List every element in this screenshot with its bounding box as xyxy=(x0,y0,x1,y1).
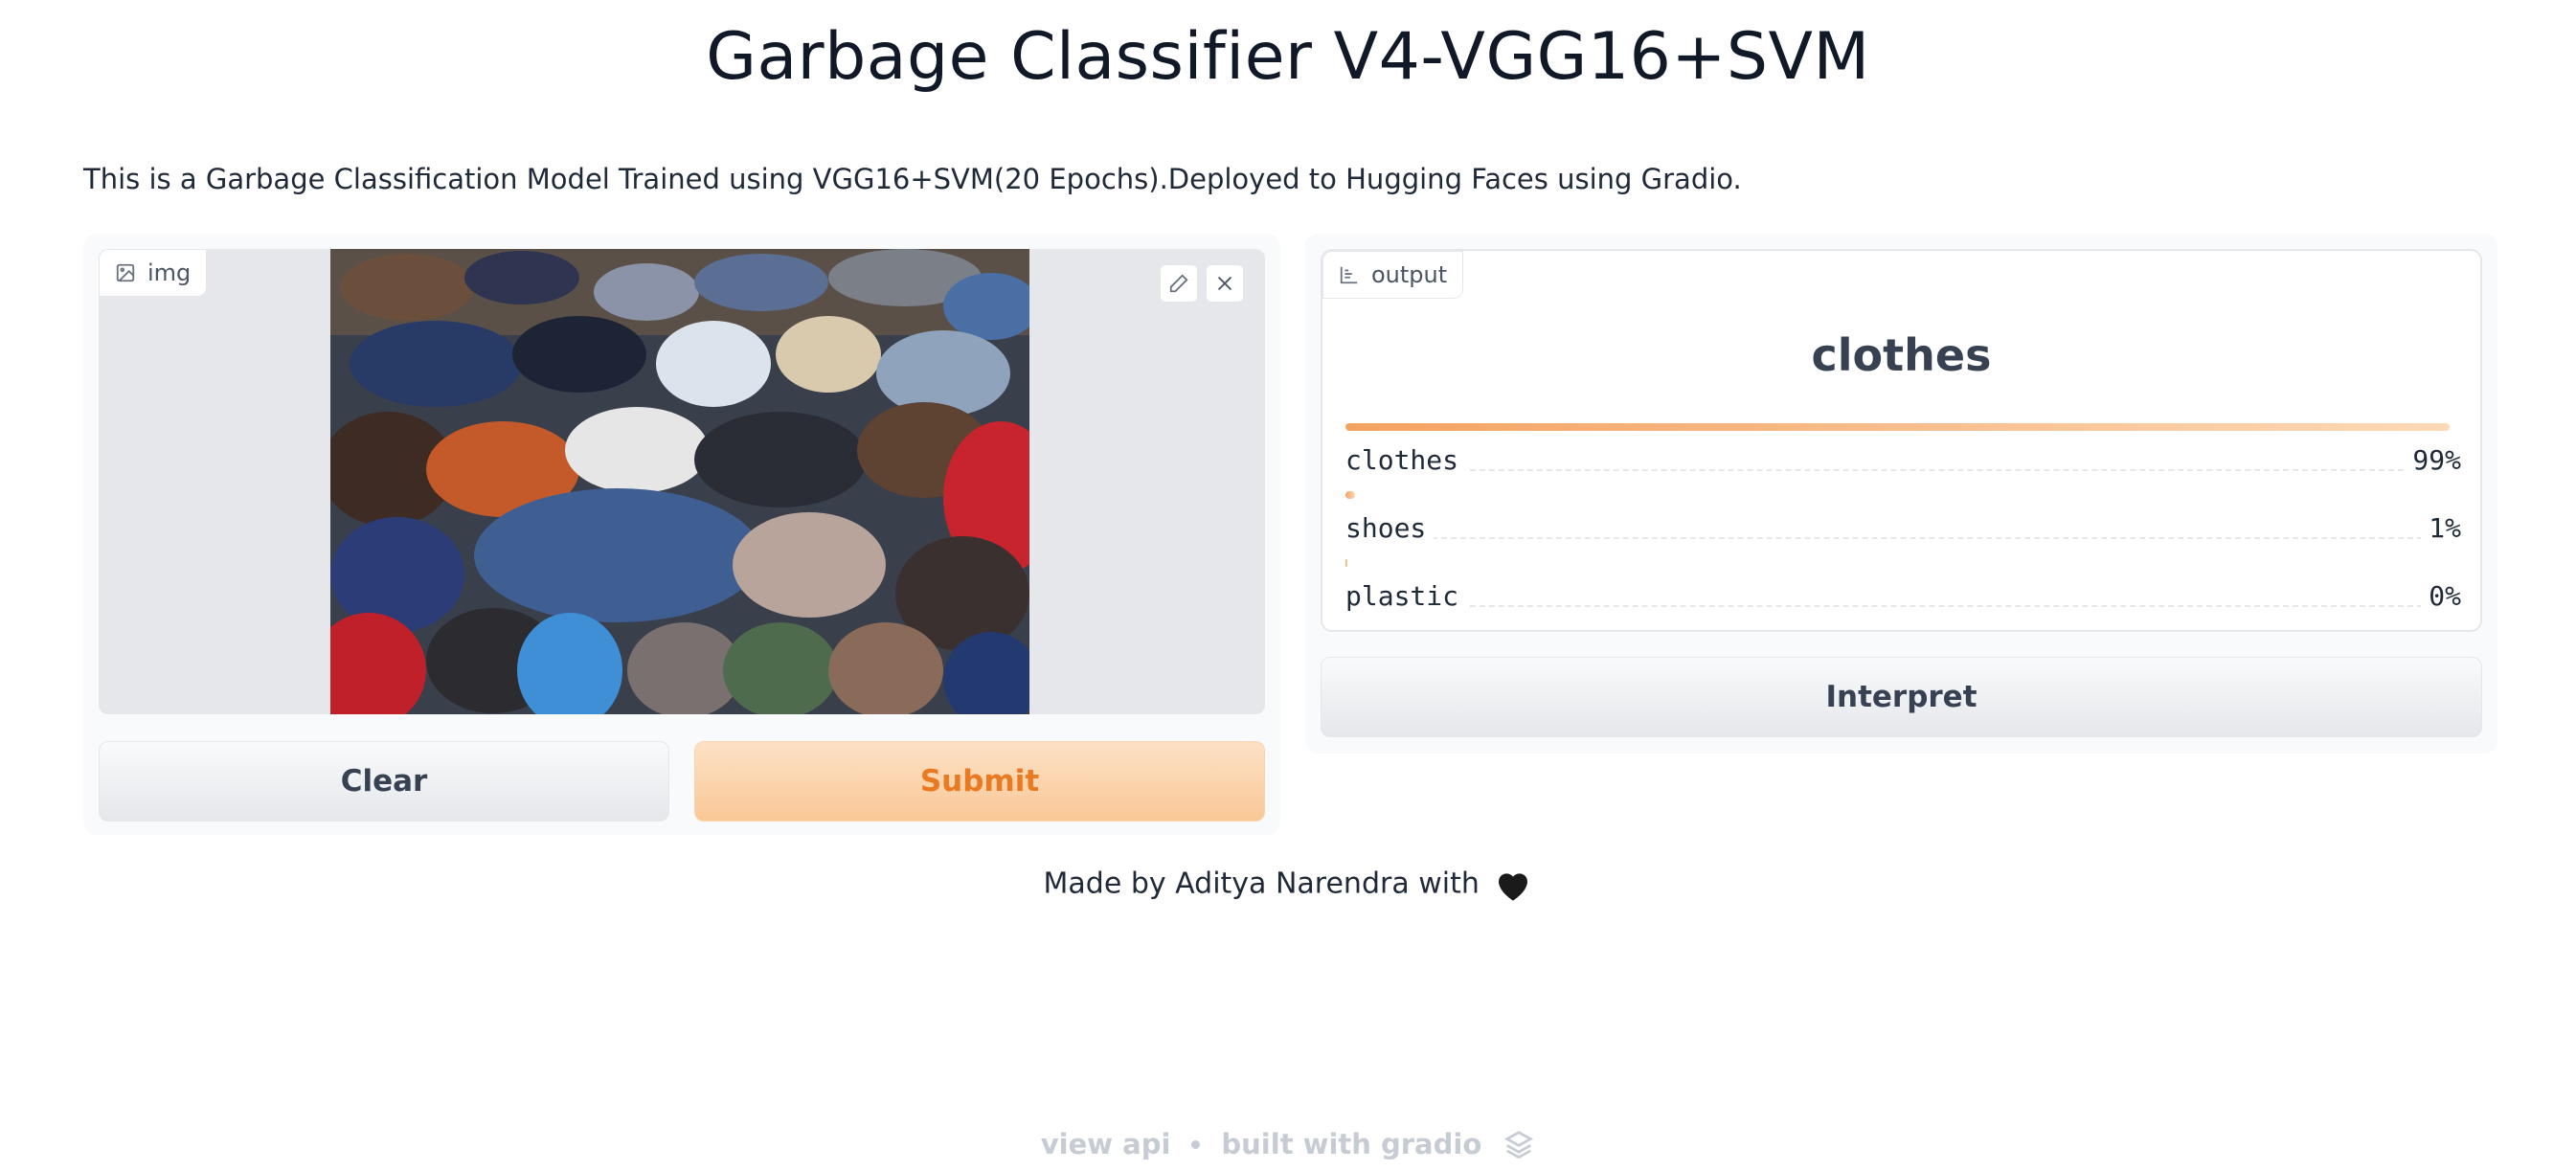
confidence-row[interactable]: plastic 0% xyxy=(1345,559,2461,613)
output-label-tag: output xyxy=(1322,251,1464,299)
confidence-percent: 1% xyxy=(2421,511,2461,544)
remove-image-button[interactable] xyxy=(1206,264,1244,303)
interpret-button[interactable]: Interpret xyxy=(1321,657,2482,737)
input-panel: img Clear Submit xyxy=(83,234,1280,835)
image-icon xyxy=(116,263,135,282)
submit-button[interactable]: Submit xyxy=(694,741,1265,822)
confidence-row[interactable]: shoes 1% xyxy=(1345,491,2461,545)
bar-chart-icon xyxy=(1340,266,1358,284)
input-label-tag: img xyxy=(99,249,208,297)
output-label: output xyxy=(1371,261,1448,288)
confidence-bar xyxy=(1345,559,1347,567)
clothes-pile-image xyxy=(330,249,1029,714)
input-label: img xyxy=(147,259,192,286)
confidence-label: clothes xyxy=(1345,443,1467,476)
credit-note: Made by Aditya Narendra with xyxy=(0,867,2576,903)
gradio-logo-icon xyxy=(1504,1131,1534,1159)
close-icon xyxy=(1217,276,1232,291)
confidence-bar xyxy=(1345,491,1355,499)
confidence-bar xyxy=(1345,423,2451,431)
confidence-label: shoes xyxy=(1345,511,1435,544)
built-with-gradio-link[interactable]: built with gradio xyxy=(1221,1128,1481,1160)
confidence-percent: 0% xyxy=(2421,579,2461,612)
output-panel: output clothes clothes 99% shoes 1% plas… xyxy=(1305,234,2497,754)
view-api-link[interactable]: view api xyxy=(1041,1128,1171,1160)
credit-text: Made by Aditya Narendra with xyxy=(1043,867,1480,901)
output-label-box: output clothes clothes 99% shoes 1% plas… xyxy=(1321,249,2482,632)
predicted-label: clothes xyxy=(1811,329,1992,381)
confidence-percent: 99% xyxy=(2405,443,2461,476)
image-upload-area[interactable]: img xyxy=(99,249,1265,714)
confidence-label: plastic xyxy=(1345,579,1467,612)
pencil-icon xyxy=(1169,274,1188,293)
separator-dot xyxy=(1191,1139,1201,1149)
page-description: This is a Garbage Classification Model T… xyxy=(83,163,1742,195)
confidence-row[interactable]: clothes 99% xyxy=(1345,423,2461,477)
clear-button[interactable]: Clear xyxy=(99,741,669,822)
page-title: Garbage Classifier V4-VGG16+SVM xyxy=(706,19,1870,95)
uploaded-image xyxy=(330,249,1029,714)
black-heart-icon xyxy=(1499,873,1528,901)
edit-button[interactable] xyxy=(1160,264,1198,303)
gradio-footer: view api built with gradio xyxy=(0,1128,2576,1160)
